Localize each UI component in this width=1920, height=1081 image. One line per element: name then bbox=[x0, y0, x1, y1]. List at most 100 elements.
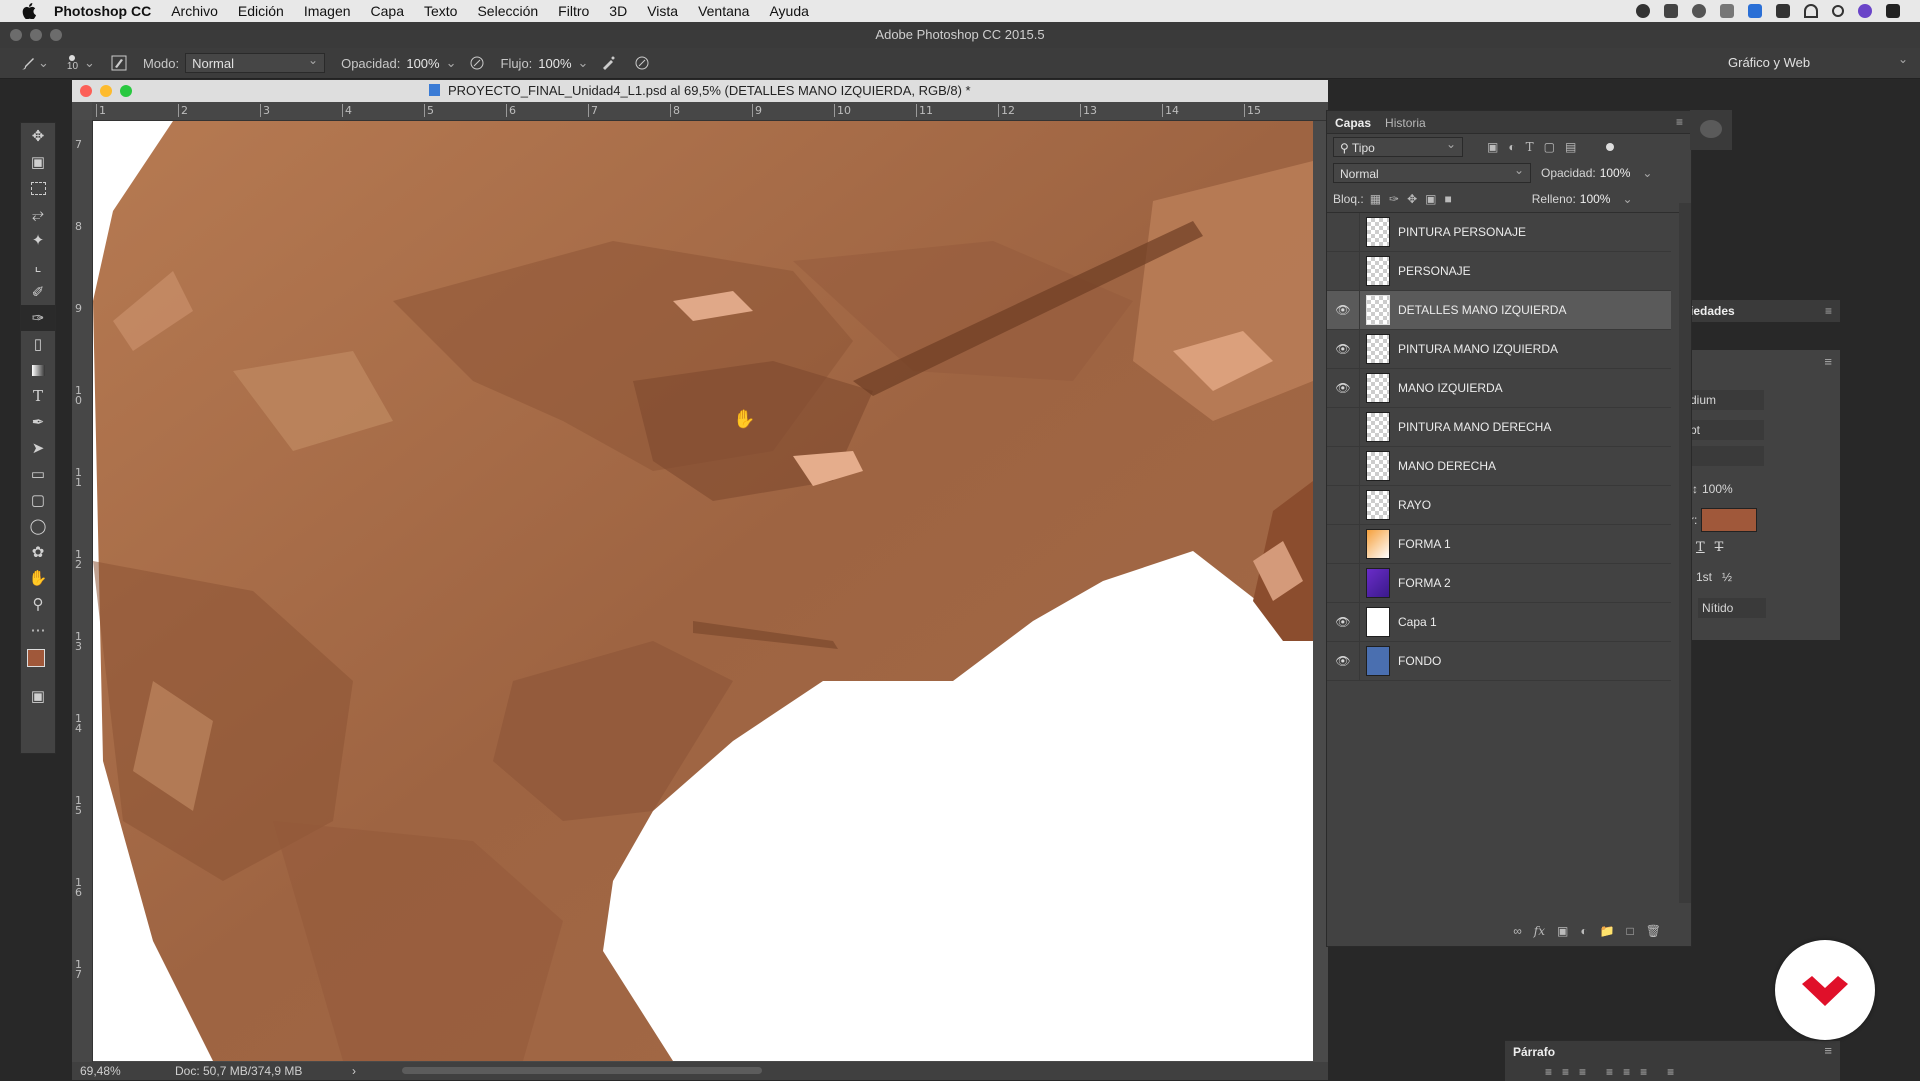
filter-shape-icon[interactable]: ▢ bbox=[1544, 140, 1555, 154]
new-layer-icon[interactable]: □ bbox=[1627, 924, 1634, 938]
brush-size-dropdown[interactable]: ⌄ bbox=[84, 55, 95, 71]
fill-dropdown[interactable]: ⌄ bbox=[1622, 192, 1632, 206]
font-size-select[interactable]: pt bbox=[1690, 420, 1764, 440]
doc-close-icon[interactable] bbox=[80, 85, 92, 97]
list-icon[interactable] bbox=[1886, 4, 1900, 18]
creative-cloud-icon[interactable] bbox=[1748, 4, 1762, 18]
pressure-opacity-icon[interactable] bbox=[467, 53, 487, 73]
tool-gradient[interactable] bbox=[21, 357, 55, 383]
menu-texto[interactable]: Texto bbox=[424, 3, 457, 19]
menu-capa[interactable]: Capa bbox=[371, 3, 404, 19]
opacity-dropdown[interactable]: ⌄ bbox=[446, 55, 457, 71]
visibility-toggle[interactable]: 👁 bbox=[1327, 642, 1360, 680]
font-style-select[interactable]: dium bbox=[1690, 390, 1764, 410]
align-left-icon[interactable]: ≡ bbox=[1545, 1065, 1552, 1079]
brush-size-preview[interactable]: 10 bbox=[67, 54, 78, 72]
text-color-swatch[interactable] bbox=[1701, 508, 1758, 532]
panel-menu-icon[interactable]: ≡ bbox=[1824, 1043, 1832, 1058]
tool-rounded-rect[interactable]: ▢ bbox=[21, 487, 55, 513]
tab-capas[interactable]: Capas bbox=[1335, 116, 1371, 133]
wifi-icon[interactable] bbox=[1804, 4, 1818, 18]
filter-toggle-icon[interactable] bbox=[1606, 143, 1615, 151]
layer-row-mano-derecha[interactable]: MANO DERECHA bbox=[1327, 447, 1671, 486]
tool-lasso[interactable]: ⥂ bbox=[21, 201, 55, 227]
layer-blend-mode-select[interactable]: Normal bbox=[1333, 160, 1531, 183]
layer-row-personaje[interactable]: PERSONAJE bbox=[1327, 252, 1671, 291]
apple-icon[interactable] bbox=[18, 0, 40, 22]
layer-mask-icon[interactable]: ▣ bbox=[1557, 924, 1568, 938]
document-info[interactable]: Doc: 50,7 MB/374,9 MB bbox=[175, 1062, 302, 1080]
color-swatches[interactable] bbox=[21, 643, 55, 683]
visibility-toggle[interactable]: 👁 bbox=[1327, 291, 1360, 329]
libraries-icon[interactable] bbox=[1700, 120, 1722, 138]
align-right-icon[interactable]: ≡ bbox=[1579, 1065, 1586, 1079]
menu-app-name[interactable]: Photoshop CC bbox=[54, 3, 151, 19]
status-menu-arrow[interactable]: › bbox=[352, 1062, 356, 1080]
visibility-toggle[interactable] bbox=[1327, 252, 1360, 290]
doc-minimize-icon[interactable] bbox=[100, 85, 112, 97]
visibility-toggle[interactable] bbox=[1327, 447, 1360, 485]
layer-row-pintura-mano-derecha[interactable]: PINTURA MANO DERECHA bbox=[1327, 408, 1671, 447]
tool-ellipse[interactable]: ◯ bbox=[21, 513, 55, 539]
workspace-select[interactable]: Gráfico y Web bbox=[1722, 49, 1914, 73]
menu-edicion[interactable]: Edición bbox=[238, 3, 284, 19]
layer-row-forma-2[interactable]: FORMA 2 bbox=[1327, 564, 1671, 603]
flow-dropdown[interactable]: ⌄ bbox=[578, 55, 589, 71]
ruler-vertical[interactable]: 7 8 9 1 0 1 1 1 2 1 3 1 4 1 5 1 6 1 7 bbox=[72, 120, 93, 1080]
layer-row-pintura-personaje[interactable]: PINTURA PERSONAJE bbox=[1327, 213, 1671, 252]
visibility-toggle[interactable]: 👁 bbox=[1327, 603, 1360, 641]
layer-row-fondo[interactable]: 👁 FONDO bbox=[1327, 642, 1671, 681]
panel-menu-icon[interactable]: ≡ bbox=[1824, 354, 1832, 369]
layer-row-pintura-mano-izquierda[interactable]: 👁 PINTURA MANO IZQUIERDA bbox=[1327, 330, 1671, 369]
sync-icon[interactable] bbox=[1720, 4, 1734, 18]
tool-custom-shape[interactable]: ✿ bbox=[21, 539, 55, 565]
visibility-toggle[interactable]: 👁 bbox=[1327, 330, 1360, 368]
tool-more[interactable]: ⋯ bbox=[21, 617, 55, 643]
menu-3d[interactable]: 3D bbox=[609, 3, 627, 19]
adjustment-layer-icon[interactable]: ◐ bbox=[1580, 924, 1587, 938]
filter-smart-object-icon[interactable]: ▤ bbox=[1565, 140, 1576, 154]
search-icon[interactable] bbox=[1832, 5, 1844, 17]
close-icon[interactable] bbox=[10, 29, 22, 41]
layer-row-forma-1[interactable]: FORMA 1 bbox=[1327, 525, 1671, 564]
visibility-toggle[interactable]: 👁 bbox=[1327, 369, 1360, 407]
opacity-value[interactable]: 100% bbox=[406, 56, 439, 71]
layer-row-rayo[interactable]: RAYO bbox=[1327, 486, 1671, 525]
layers-scrollbar[interactable] bbox=[1679, 203, 1691, 903]
tool-path-selection[interactable]: ➤ bbox=[21, 435, 55, 461]
brush-preset-icon[interactable] bbox=[18, 53, 38, 73]
link-layers-icon[interactable]: ∞ bbox=[1513, 924, 1522, 938]
ruler-horizontal[interactable]: 1 2 3 4 5 6 7 8 9 10 11 12 13 14 15 bbox=[92, 102, 1328, 121]
foreground-color-swatch[interactable] bbox=[27, 649, 45, 667]
menu-ventana[interactable]: Ventana bbox=[698, 3, 749, 19]
lock-artboard-icon[interactable]: ▣ bbox=[1425, 192, 1436, 206]
tool-magic-wand[interactable]: ✦ bbox=[21, 227, 55, 253]
minimize-icon[interactable] bbox=[30, 29, 42, 41]
tab-historia[interactable]: Historia bbox=[1385, 116, 1426, 133]
fill-value[interactable]: 100% bbox=[1580, 192, 1611, 206]
panel-menu-icon[interactable]: ≡ bbox=[1676, 115, 1683, 129]
lock-transparent-icon[interactable]: ▦ bbox=[1370, 192, 1381, 206]
tool-move[interactable]: ✥ bbox=[21, 123, 55, 149]
menu-vista[interactable]: Vista bbox=[647, 3, 678, 19]
panel-menu-icon[interactable]: ≡ bbox=[1825, 300, 1832, 322]
visibility-toggle[interactable] bbox=[1327, 486, 1360, 524]
tool-brush[interactable]: ✑ bbox=[21, 305, 55, 331]
brush-panel-icon[interactable] bbox=[109, 53, 129, 73]
maximize-icon[interactable] bbox=[50, 29, 62, 41]
pressure-size-icon[interactable] bbox=[632, 53, 652, 73]
mode-select[interactable]: Normal bbox=[185, 50, 326, 73]
menu-archivo[interactable]: Archivo bbox=[171, 3, 218, 19]
visibility-toggle[interactable] bbox=[1327, 525, 1360, 563]
layer-filter-select[interactable]: ⚲ Tipo bbox=[1333, 134, 1463, 157]
antialias-select[interactable]: Nítido bbox=[1698, 598, 1766, 618]
dropbox-icon[interactable] bbox=[1664, 4, 1678, 18]
menu-ayuda[interactable]: Ayuda bbox=[769, 3, 808, 19]
menu-seleccion[interactable]: Selección bbox=[477, 3, 538, 19]
canvas[interactable]: ✋ bbox=[93, 121, 1313, 1061]
layer-opacity-value[interactable]: 100% bbox=[1600, 166, 1631, 180]
justify-center-icon[interactable]: ≡ bbox=[1623, 1065, 1630, 1079]
new-group-icon[interactable]: 📁 bbox=[1600, 924, 1615, 938]
airbrush-icon[interactable] bbox=[598, 53, 618, 73]
ordinals-icon[interactable]: 1st bbox=[1696, 570, 1712, 584]
